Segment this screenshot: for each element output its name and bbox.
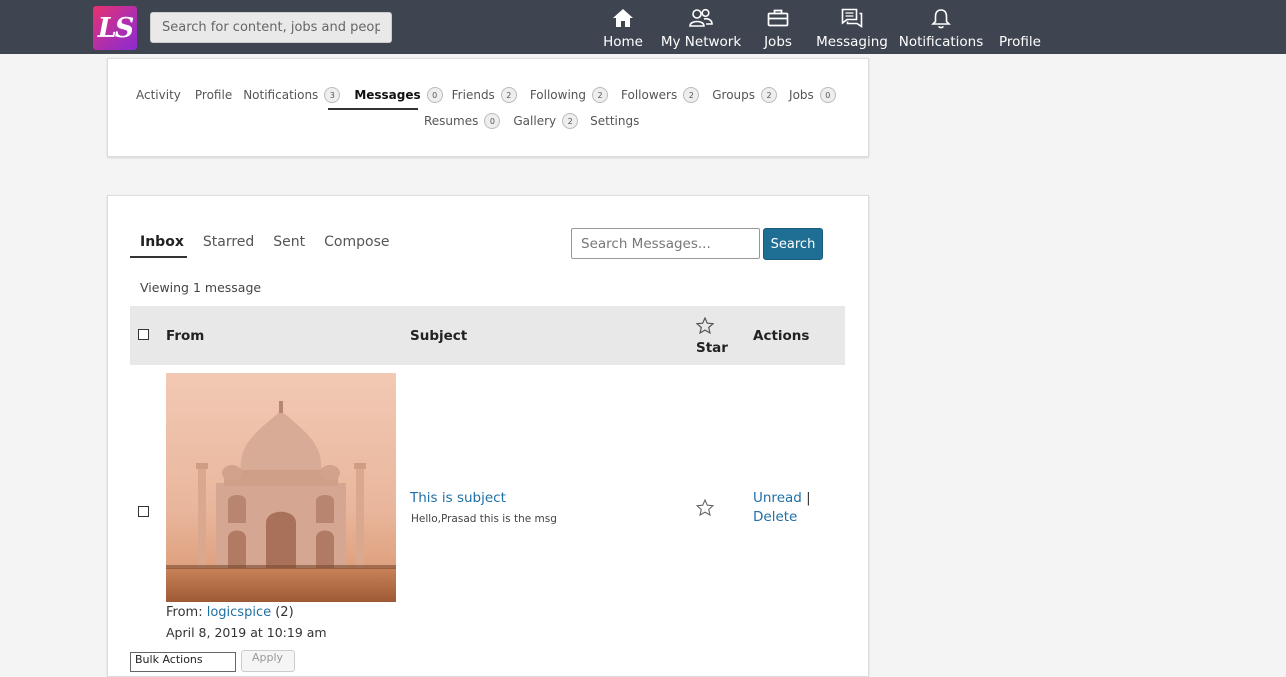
- nav-profile[interactable]: Profile: [998, 0, 1042, 54]
- message-tabs: Inbox Starred Sent Compose: [130, 234, 409, 250]
- nav-my-network-label: My Network: [660, 34, 742, 50]
- nav-notifications[interactable]: Notifications: [898, 0, 984, 54]
- message-from-line: From: logicspice (2): [166, 605, 294, 620]
- nav-jobs[interactable]: Jobs: [764, 0, 792, 54]
- groups-count-badge: 2: [761, 87, 778, 103]
- column-header-subject: Subject: [410, 328, 468, 344]
- nav-my-network[interactable]: My Network: [660, 0, 742, 54]
- sender-avatar-image[interactable]: [166, 373, 396, 602]
- subnav-groups[interactable]: Groups 2: [712, 87, 778, 103]
- network-icon: [689, 7, 713, 29]
- nav-profile-label: Profile: [999, 34, 1041, 50]
- column-header-from: From: [166, 328, 205, 344]
- delete-message-link[interactable]: Delete: [753, 509, 797, 525]
- messages-count-badge: 0: [426, 87, 443, 103]
- apply-button[interactable]: Apply: [241, 650, 295, 672]
- subnav-profile[interactable]: Profile: [195, 88, 232, 102]
- bell-icon: [931, 7, 951, 29]
- subnav-messages[interactable]: Messages 0: [354, 87, 443, 103]
- from-prefix: From:: [166, 605, 203, 620]
- global-search-input[interactable]: [150, 12, 392, 43]
- subnav-resumes[interactable]: Resumes 0: [424, 113, 501, 129]
- message-search-input[interactable]: [571, 228, 760, 259]
- site-logo[interactable]: LS: [93, 6, 137, 50]
- profile-subnav-card: [107, 58, 869, 157]
- messages-table-header: From Subject Star Actions: [130, 306, 845, 365]
- star-header-icon: [695, 316, 715, 338]
- nav-jobs-label: Jobs: [764, 34, 792, 50]
- message-search-button[interactable]: Search: [763, 228, 823, 260]
- message-row-checkbox[interactable]: [138, 506, 149, 517]
- resumes-count-badge: 0: [484, 113, 501, 129]
- subnav-gallery[interactable]: Gallery 2: [513, 113, 579, 129]
- subnav-activity[interactable]: Activity: [136, 88, 181, 102]
- subnav-followers[interactable]: Followers 2: [621, 87, 700, 103]
- bulk-actions-select[interactable]: Bulk Actions: [130, 652, 236, 672]
- following-count-badge: 2: [592, 87, 609, 103]
- star-toggle-icon[interactable]: [695, 498, 715, 520]
- sender-name-link[interactable]: logicspice: [207, 605, 271, 620]
- nav-messaging-label: Messaging: [816, 34, 888, 50]
- subnav-following[interactable]: Following 2: [530, 87, 609, 103]
- subnav-notifications[interactable]: Notifications 3: [243, 87, 341, 103]
- nav-home-label: Home: [603, 34, 643, 50]
- mark-unread-link[interactable]: Unread: [753, 490, 802, 506]
- tab-inbox[interactable]: Inbox: [140, 234, 184, 250]
- select-all-checkbox[interactable]: [138, 329, 149, 340]
- message-count-text: Viewing 1 message: [140, 280, 262, 295]
- subnav-settings[interactable]: Settings: [590, 114, 639, 128]
- tab-starred[interactable]: Starred: [203, 234, 254, 250]
- message-excerpt: Hello,Prasad this is the msg: [411, 513, 557, 525]
- column-header-actions: Actions: [753, 328, 810, 344]
- friends-count-badge: 2: [500, 87, 517, 103]
- nav-home[interactable]: Home: [603, 0, 643, 54]
- profile-subnav-row2: Resumes 0 Gallery 2 Settings: [424, 113, 639, 129]
- top-navigation-bar: LS Home My Network Jobs: [0, 0, 1286, 54]
- sender-message-count: (2): [275, 605, 294, 620]
- briefcase-icon: [767, 7, 789, 29]
- message-date: April 8, 2019 at 10:19 am: [166, 625, 327, 640]
- subnav-jobs[interactable]: Jobs 0: [789, 87, 836, 103]
- actions-separator: |: [806, 490, 811, 506]
- column-header-star: Star: [696, 340, 728, 356]
- subnav-active-underline: [328, 108, 418, 110]
- profile-subnav-row1: Activity Profile Notifications 3 Messages…: [136, 87, 836, 103]
- gallery-count-badge: 2: [562, 113, 579, 129]
- tab-sent[interactable]: Sent: [273, 234, 305, 250]
- tab-compose[interactable]: Compose: [324, 234, 389, 250]
- nav-messaging[interactable]: Messaging: [816, 0, 888, 54]
- jobs-count-badge: 0: [819, 87, 836, 103]
- followers-count-badge: 2: [683, 87, 700, 103]
- tab-active-underline: [130, 256, 187, 258]
- message-subject-link[interactable]: This is subject: [410, 490, 506, 506]
- messaging-icon: [841, 7, 863, 29]
- nav-notifications-label: Notifications: [898, 34, 984, 50]
- message-actions: Unread | Delete: [753, 489, 811, 527]
- subnav-friends[interactable]: Friends 2: [452, 87, 517, 103]
- notifications-count-badge: 3: [324, 87, 341, 103]
- home-icon: [612, 7, 634, 29]
